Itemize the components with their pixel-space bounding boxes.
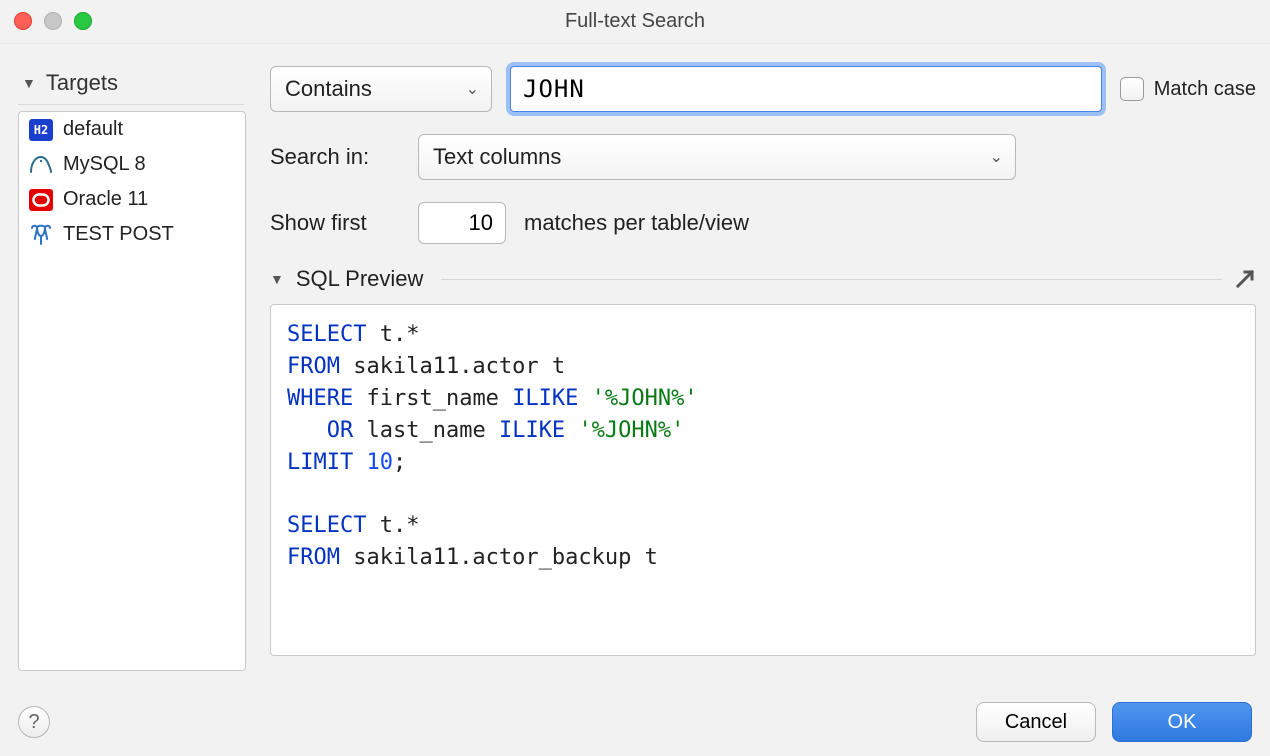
match-case-label: Match case [1154,78,1256,101]
h2-db-icon: H2 [29,119,53,141]
divider [441,279,1222,280]
show-first-input[interactable] [418,202,506,244]
search-in-label: Search in: [270,144,400,170]
chevron-down-icon: ⌄ [990,147,1003,167]
target-label: TEST POST [63,223,174,246]
target-item-mysql8[interactable]: MySQL 8 [19,147,245,182]
sql-preview-label: SQL Preview [296,266,424,292]
targets-list[interactable]: H2 default MySQL 8 Oracle 11 TEST POST [18,111,246,671]
target-label: default [63,118,123,141]
checkbox-box [1120,77,1144,101]
sql-preview-header[interactable]: ▼ SQL Preview [270,266,1256,292]
search-in-select[interactable]: Text columns ⌄ [418,134,1016,180]
match-mode-value: Contains [285,76,372,102]
search-query-input[interactable] [510,66,1102,112]
targets-label: Targets [46,70,118,96]
titlebar: Full-text Search [0,0,1270,44]
target-label: Oracle 11 [63,188,148,211]
window-controls [14,12,92,30]
help-button[interactable]: ? [18,706,50,738]
mysql-db-icon [29,154,53,176]
minimize-icon[interactable] [44,12,62,30]
sidebar: ▼ Targets H2 default MySQL 8 Oracle 11 [0,44,252,688]
chevron-down-icon: ▼ [270,271,284,287]
window-title: Full-text Search [565,10,705,33]
search-in-value: Text columns [433,144,561,170]
help-icon: ? [28,711,39,734]
sql-preview-box: SELECT t.* FROM sakila11.actor t WHERE f… [270,304,1256,656]
chevron-down-icon: ▼ [22,75,36,91]
zoom-icon[interactable] [74,12,92,30]
target-label: MySQL 8 [63,153,146,176]
bottom-bar: ? Cancel OK [0,688,1270,756]
postgres-db-icon [29,224,53,246]
popout-icon[interactable] [1234,268,1256,290]
cancel-button[interactable]: Cancel [976,702,1096,742]
divider [18,104,244,105]
target-item-testpost[interactable]: TEST POST [19,217,245,252]
match-mode-select[interactable]: Contains ⌄ [270,66,492,112]
show-first-label: Show first [270,210,400,236]
chevron-down-icon: ⌄ [466,79,479,99]
ok-button[interactable]: OK [1112,702,1252,742]
target-item-default[interactable]: H2 default [19,112,245,147]
match-case-checkbox[interactable]: Match case [1120,77,1256,101]
targets-header[interactable]: ▼ Targets [18,60,252,104]
oracle-db-icon [29,189,53,211]
main-panel: Contains ⌄ Match case Search in: Text co… [252,44,1270,688]
target-item-oracle11[interactable]: Oracle 11 [19,182,245,217]
close-icon[interactable] [14,12,32,30]
show-first-suffix: matches per table/view [524,210,749,236]
